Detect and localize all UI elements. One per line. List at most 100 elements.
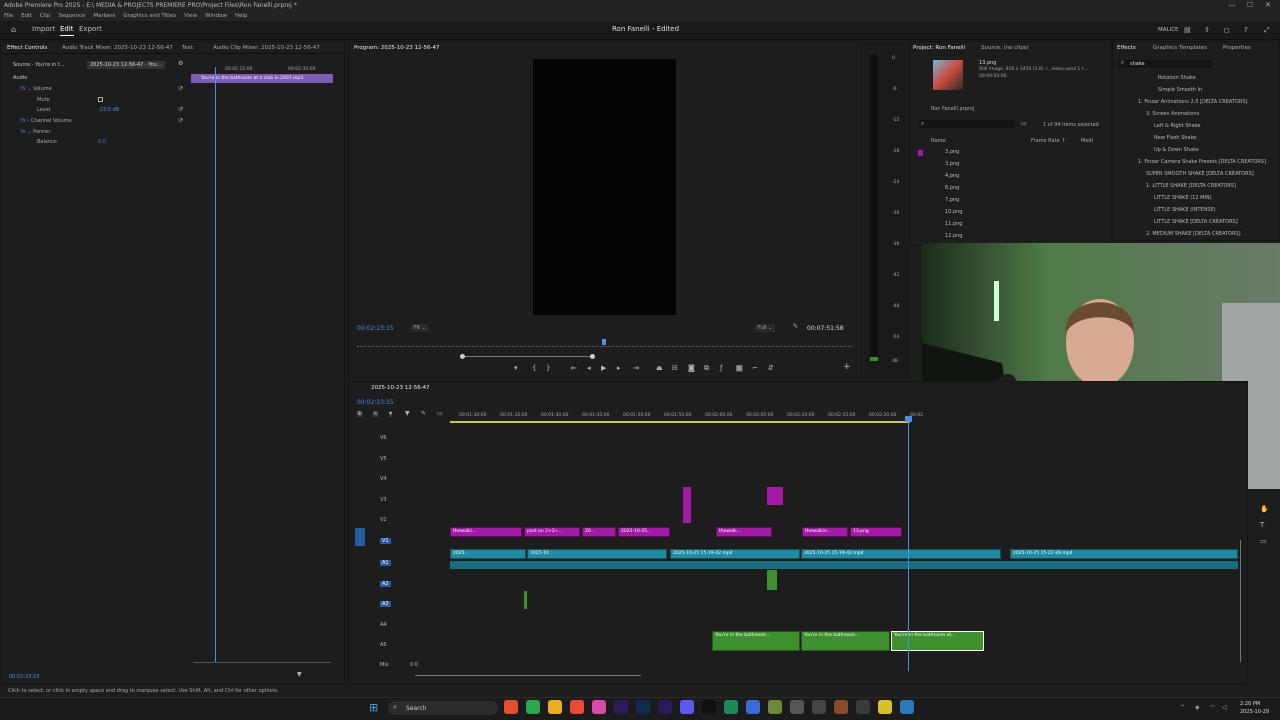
ec-clip-bar[interactable]: You're in the bathroom at a club in 2007…	[191, 74, 333, 83]
wifi-icon[interactable]: ◠	[1210, 705, 1215, 711]
clip-a2-1[interactable]	[767, 570, 777, 590]
program-playhead[interactable]	[602, 339, 606, 345]
app-icon-9[interactable]	[834, 700, 848, 714]
step-back-icon[interactable]: ◂	[587, 365, 591, 372]
tab-effects[interactable]: Effects	[1117, 45, 1136, 51]
track-a3[interactable]: A3	[350, 595, 448, 615]
menu-help[interactable]: Help	[235, 13, 248, 19]
tab-source[interactable]: Source: (no clips)	[981, 45, 1029, 51]
app-icon-11[interactable]	[878, 700, 892, 714]
program-zoom-bar[interactable]	[462, 356, 592, 357]
mark-out-icon[interactable]: }	[546, 365, 550, 372]
effect-item-10[interactable]: 1. LITTLE SHAKE [DELTA CREATORS]	[1146, 183, 1236, 189]
snap-icon[interactable]: ⊕	[357, 411, 363, 417]
menu-file[interactable]: File	[4, 13, 13, 19]
effect-item-7[interactable]: Up & Down Shake	[1154, 147, 1199, 153]
clip-v1-2[interactable]: post on 2+2=...	[524, 527, 580, 537]
project-item-2[interactable]: 3.png	[945, 161, 959, 167]
go-to-in-icon[interactable]: ⇤	[571, 365, 577, 372]
project-item-6[interactable]: 10.png	[945, 209, 962, 215]
timeline-settings-icon[interactable]: ✎	[421, 411, 426, 417]
app-icon-7[interactable]	[790, 700, 804, 714]
clip-v1-3[interactable]: 20...	[582, 527, 616, 537]
app-icon-5[interactable]	[746, 700, 760, 714]
menu-view[interactable]: View	[184, 13, 197, 19]
track-a1[interactable]: A1	[350, 554, 448, 574]
marker-icon[interactable]: ▼	[405, 411, 410, 417]
tab-audio-track-mixer[interactable]: Audio Track Mixer: 2025-10-23 12-56-47	[62, 45, 173, 51]
menu-clip[interactable]: Clip	[40, 13, 50, 19]
tab-graphics-templates[interactable]: Graphics Templates	[1153, 45, 1207, 51]
tab-project[interactable]: Project: Ron Fanelli	[913, 45, 965, 51]
fx-icon[interactable]: ƒ	[720, 365, 722, 372]
clip-a1-5[interactable]: 2025-10-25 15-22-28.mp4	[1010, 549, 1238, 559]
proxy-icon[interactable]: ⌐	[752, 365, 758, 372]
zoom-handle-right[interactable]	[590, 354, 595, 359]
mix-value[interactable]: 0.0	[410, 662, 418, 668]
level-value[interactable]: -23.0 dB	[98, 107, 119, 113]
lift-icon[interactable]: ⏏	[656, 365, 663, 372]
add-button-icon[interactable]: +	[843, 363, 851, 372]
share-icon[interactable]: ⇪	[1204, 27, 1210, 34]
effect-item-5[interactable]: Left & Right Shake	[1154, 123, 1200, 129]
safe-margins-icon[interactable]: ▦	[736, 365, 743, 372]
workspace-export[interactable]: Export	[79, 25, 102, 33]
volume-icon[interactable]: ◁	[1222, 705, 1227, 711]
timeline-scrollbar[interactable]	[415, 675, 641, 676]
ec-timecode[interactable]: 00:02:23:15	[9, 674, 40, 680]
multi-icon[interactable]: ⇵	[768, 365, 774, 372]
timeline-playhead[interactable]	[908, 416, 909, 671]
notification-icon[interactable]: ◻	[1224, 27, 1230, 34]
clock-date[interactable]: 2025-10-29	[1240, 709, 1269, 715]
col-frame-rate[interactable]: Frame Rate ↑	[1031, 138, 1065, 144]
new-bin-icon[interactable]: ▭	[1021, 121, 1027, 127]
clip-v1-1[interactable]: thewalki...	[450, 527, 522, 537]
project-item-1[interactable]: 3.png	[945, 149, 959, 155]
clip-a1-2[interactable]: 2025-10...	[527, 549, 667, 559]
program-video-frame[interactable]	[533, 59, 676, 315]
fullscreen-icon[interactable]: ⤢	[1264, 27, 1270, 34]
clip-a1-1[interactable]: 2025...	[450, 549, 526, 559]
extract-icon[interactable]: ⊟	[672, 365, 678, 372]
effect-item-11[interactable]: LITTLE SHAKE (12 MIN)	[1154, 195, 1212, 201]
effect-item-14[interactable]: 2. MEDIUM SHAKE [DELTA CREATORS]	[1146, 231, 1241, 237]
effect-item-1[interactable]: Rotation Shake	[1158, 75, 1196, 81]
effect-item-2[interactable]: Simple Smooth In	[1158, 87, 1202, 93]
effects-search[interactable]: ⌕ shake	[1119, 60, 1213, 68]
project-search[interactable]	[919, 120, 1015, 128]
go-to-out-icon[interactable]: ⇥	[633, 365, 639, 372]
ec-playhead[interactable]	[215, 67, 216, 662]
menu-graphics[interactable]: Graphics and Titles	[123, 13, 176, 19]
hand-tool-icon[interactable]: ✋	[1260, 506, 1269, 513]
mark-in-icon[interactable]: {	[532, 365, 536, 372]
clip-a1-3[interactable]: 2025-10-25 15-19-42.mp4	[670, 549, 800, 559]
app-icon-1[interactable]	[504, 700, 518, 714]
timeline-vscroll[interactable]	[1240, 540, 1241, 662]
zoom-handle-left[interactable]	[460, 354, 465, 359]
tab-effect-controls[interactable]: Effect Controls	[7, 45, 47, 51]
app-icon-4[interactable]	[724, 700, 738, 714]
premiere-icon[interactable]	[658, 700, 672, 714]
project-item-5[interactable]: 7.png	[945, 197, 959, 203]
linked-selection-icon[interactable]: ∞	[373, 411, 378, 417]
menu-markers[interactable]: Markers	[93, 13, 115, 19]
tab-text[interactable]: Text	[182, 45, 193, 51]
project-item-7[interactable]: 11.png	[945, 221, 962, 227]
discord-icon[interactable]	[680, 700, 694, 714]
app-icon-6[interactable]	[768, 700, 782, 714]
play-icon[interactable]: ▶	[601, 365, 606, 372]
chrome-icon[interactable]	[570, 700, 584, 714]
playhead-handle[interactable]	[905, 416, 912, 422]
reset-level-icon[interactable]: ↺	[178, 107, 183, 113]
clip-a5-2[interactable]: You're in the bathroom...	[801, 631, 890, 651]
col-media[interactable]: Medi	[1081, 138, 1093, 144]
effect-item-12[interactable]: LITTLE SHAKE (INTENSE)	[1154, 207, 1216, 213]
effect-item-13[interactable]: LITTLE SHAKE [DELTA CREATORS]	[1154, 219, 1238, 225]
mute-checkbox[interactable]	[98, 97, 103, 102]
reset-panner-icon[interactable]: ↺	[178, 118, 183, 124]
quality-dropdown[interactable]: Full ⌄	[755, 324, 776, 332]
captions-icon[interactable]: ▭	[437, 411, 443, 417]
user-name[interactable]: MALICE	[1158, 27, 1179, 33]
app-icon-10[interactable]	[856, 700, 870, 714]
clip-a5-3[interactable]: You're in the bathroom at...	[891, 631, 984, 651]
